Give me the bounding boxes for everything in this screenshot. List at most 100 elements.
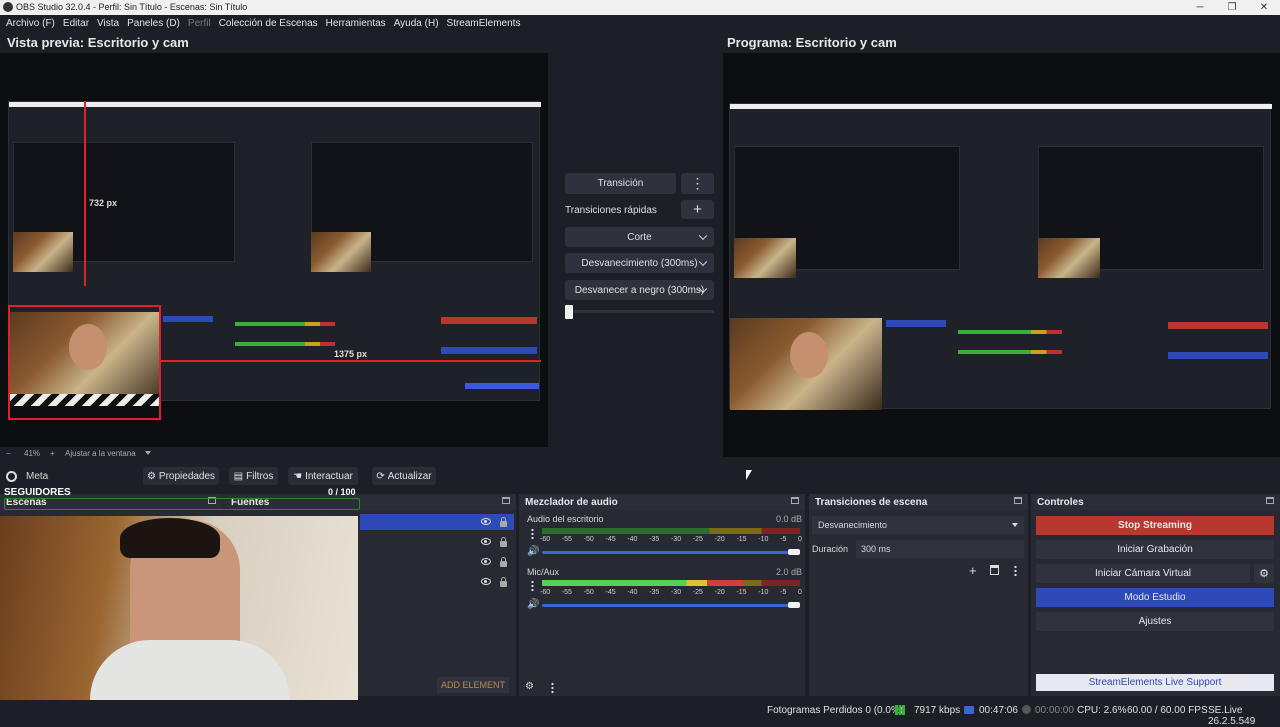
volume-meter <box>542 528 800 534</box>
start-virtual-cam-button[interactable]: Iniciar Cámara Virtual <box>1036 564 1250 583</box>
menu-paneles[interactable]: Paneles (D) <box>123 15 184 33</box>
transitions-header: Transiciones de escena <box>809 494 1028 510</box>
tbar-track[interactable] <box>565 310 714 313</box>
obs-logo-icon <box>3 2 13 12</box>
guide-horizontal <box>161 360 541 362</box>
minimize-button[interactable]: ─ <box>1184 0 1216 15</box>
chevron-down-icon <box>1012 523 1018 527</box>
fps: 60.00 / 60.00 FPS <box>1127 705 1208 716</box>
fit-window-select[interactable]: Ajustar a la ventana <box>65 449 136 458</box>
menu-ayuda[interactable]: Ayuda (H) <box>390 15 443 33</box>
start-recording-button[interactable]: Iniciar Grabación <box>1036 540 1274 559</box>
gear-icon: ⚙ <box>146 470 156 482</box>
lock-icon[interactable] <box>500 537 507 547</box>
fit-dropdown-icon[interactable] <box>145 451 151 455</box>
visibility-eye-icon[interactable] <box>481 538 491 545</box>
dock-float-icon[interactable] <box>1266 497 1274 504</box>
menu-perfil[interactable]: Perfil <box>184 15 215 33</box>
close-button[interactable]: ✕ <box>1248 0 1280 15</box>
add-transition-icon[interactable]: + <box>969 563 977 578</box>
menu-editar[interactable]: Editar <box>59 15 93 33</box>
track-menu-icon[interactable] <box>531 580 534 592</box>
quick-transition-fade-black[interactable]: Desvanecer a negro (300ms) <box>565 280 714 300</box>
lock-icon[interactable] <box>500 557 507 567</box>
source-icon <box>6 471 17 482</box>
speaker-icon[interactable]: 🔊 <box>527 599 539 610</box>
mixer-settings-icon[interactable]: ⚙ <box>525 681 534 692</box>
stream-icon <box>964 706 974 714</box>
track-db: 2.0 dB <box>776 567 803 577</box>
cpu-usage: CPU: 2.6% <box>1077 705 1127 716</box>
trash-icon[interactable] <box>990 565 999 575</box>
add-quick-transition-button[interactable]: + <box>681 200 714 219</box>
virtual-cam-settings-icon[interactable]: ⚙ <box>1254 564 1274 583</box>
width-measure-label: 732 px <box>89 198 118 208</box>
visibility-eye-icon[interactable] <box>481 578 491 585</box>
stream-time: 00:47:06 <box>979 705 1018 716</box>
transition-menu-icon[interactable] <box>1014 565 1017 577</box>
visibility-eye-icon[interactable] <box>481 518 491 525</box>
meter-ticks: -60 -55 -50 -45 -40 -35 -30 -25 -20 -15 -10 -5 0 <box>540 536 802 543</box>
volume-meter-level <box>542 580 743 586</box>
zoom-level: 41% <box>24 449 41 458</box>
stop-streaming-button[interactable]: Stop Streaming <box>1036 516 1274 535</box>
preview-canvas[interactable]: 732 px 1375 px <box>0 53 548 447</box>
volume-slider-handle[interactable] <box>788 602 800 608</box>
zoom-out-button[interactable]: − <box>6 449 11 458</box>
guide-vertical <box>84 101 86 286</box>
menu-coleccion-escenas[interactable]: Colección de Escenas <box>215 15 322 33</box>
status-bar: Fotogramas Perdidos 0 (0.0%) 7917 kbps 0… <box>0 700 1280 727</box>
transition-more-button[interactable]: ⋮ <box>681 173 714 194</box>
menu-vista[interactable]: Vista <box>93 15 123 33</box>
quick-transition-fade[interactable]: Desvanecimiento (300ms) <box>565 253 714 273</box>
se-live-support-button[interactable]: StreamElements Live Support <box>1036 674 1274 691</box>
controls-header: Controles <box>1031 494 1280 510</box>
transition-select[interactable]: Desvanecimiento <box>812 516 1024 534</box>
volume-slider[interactable] <box>542 551 794 554</box>
tbar-handle[interactable] <box>565 305 573 319</box>
maximize-button[interactable]: ❐ <box>1216 0 1248 15</box>
menu-herramientas[interactable]: Herramientas <box>322 15 390 33</box>
interact-button[interactable]: ☚ Interactuar <box>288 467 358 485</box>
volume-slider[interactable] <box>542 604 794 607</box>
duration-spinbox[interactable]: 300 ms <box>856 540 1024 558</box>
dock-float-icon[interactable] <box>791 497 799 504</box>
filter-icon: ▤ <box>233 470 244 482</box>
refresh-icon: ⟳ <box>376 470 385 482</box>
track-db: 0.0 dB <box>776 514 803 524</box>
quick-transition-corte[interactable]: Corte <box>565 227 714 247</box>
record-time: 00:00:00 <box>1035 705 1074 716</box>
version: SE.Live 26.2.5.549 <box>1208 705 1256 727</box>
lock-icon[interactable] <box>500 517 507 527</box>
record-icon <box>1022 705 1031 714</box>
settings-button[interactable]: Ajustes <box>1036 612 1274 631</box>
duration-label: Duración <box>812 544 849 554</box>
mixer-menu-icon[interactable] <box>551 682 554 694</box>
length-measure-label: 1375 px <box>334 349 368 359</box>
dock-float-icon[interactable] <box>1014 497 1022 504</box>
hand-icon: ☚ <box>293 470 303 482</box>
menu-bar: Archivo (F) Editar Vista Paneles (D) Per… <box>0 15 1280 33</box>
mouse-cursor-icon <box>746 470 752 480</box>
menu-streamelements[interactable]: StreamElements <box>443 15 525 33</box>
studio-mode-button[interactable]: Modo Estudio <box>1036 588 1274 607</box>
zoom-in-button[interactable]: + <box>50 449 55 458</box>
transition-button[interactable]: Transición <box>565 173 676 194</box>
window-titlebar: OBS Studio 32.0.4 - Perfil: Sin Título -… <box>0 0 1280 15</box>
properties-button[interactable]: ⚙ Propiedades <box>143 467 219 485</box>
selected-source-box[interactable] <box>8 305 161 420</box>
refresh-button[interactable]: ⟳ Actualizar <box>372 467 436 485</box>
track-menu-icon[interactable] <box>531 528 534 540</box>
visibility-eye-icon[interactable] <box>481 558 491 565</box>
filters-button[interactable]: ▤ Filtros <box>229 467 278 485</box>
speaker-icon[interactable]: 🔊 <box>527 546 539 557</box>
connection-bars-icon <box>895 705 905 715</box>
dock-float-icon[interactable] <box>502 497 510 504</box>
program-canvas <box>723 53 1280 457</box>
chevron-down-icon <box>698 231 708 241</box>
lock-icon[interactable] <box>500 577 507 587</box>
volume-slider-handle[interactable] <box>788 549 800 555</box>
menu-archivo[interactable]: Archivo (F) <box>2 15 59 33</box>
add-element-button[interactable]: ADD ELEMENT <box>437 677 509 693</box>
window-title: OBS Studio 32.0.4 - Perfil: Sin Título -… <box>16 2 248 12</box>
